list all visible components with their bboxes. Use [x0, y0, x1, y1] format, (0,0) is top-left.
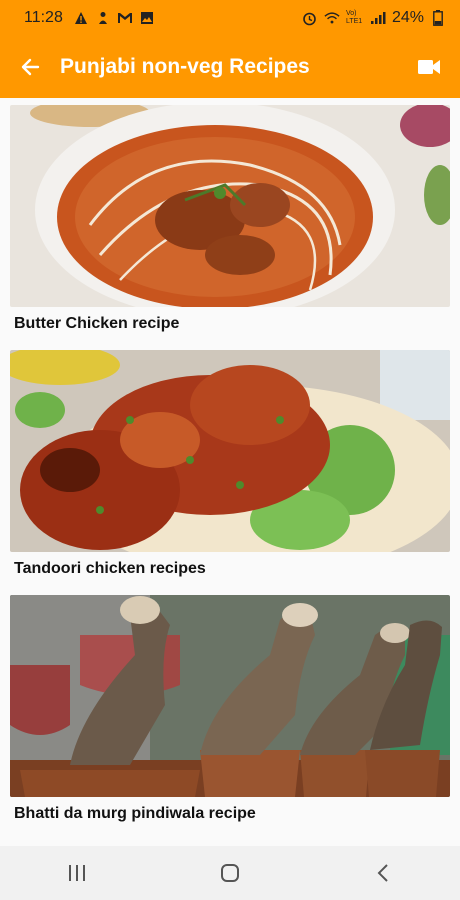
recipe-card-tandoori-chicken[interactable]: Tandoori chicken recipes: [10, 350, 450, 578]
battery-percent: 24%: [391, 9, 424, 26]
status-bar: 11:28 Vo) LTE1 24%: [0, 0, 460, 36]
warning-icon: [73, 10, 89, 26]
account-tree-icon: [95, 10, 111, 26]
recent-apps-button[interactable]: [47, 853, 107, 893]
battery-icon: [430, 10, 446, 26]
status-time: 11:28: [24, 9, 63, 26]
status-right: Vo) LTE1 24%: [302, 9, 446, 27]
image-icon: [139, 10, 155, 26]
home-button[interactable]: [200, 853, 260, 893]
page-title: Punjabi non-veg Recipes: [60, 55, 310, 78]
video-button[interactable]: [416, 57, 442, 77]
videocam-icon: [418, 60, 440, 74]
recipe-image[interactable]: [10, 595, 450, 797]
recipe-list[interactable]: Butter Chicken recipe Tandoori chicken r…: [0, 98, 460, 846]
wifi-icon: [324, 10, 340, 26]
network-label: Vo) LTE1: [345, 10, 363, 25]
alarm-icon: [302, 10, 318, 26]
recent-apps-icon: [68, 865, 85, 881]
recipe-title[interactable]: Tandoori chicken recipes: [14, 560, 450, 578]
back-button[interactable]: [18, 55, 42, 79]
recipe-image[interactable]: [10, 105, 450, 307]
home-icon: [220, 864, 239, 882]
recipe-card-butter-chicken[interactable]: Butter Chicken recipe: [10, 105, 450, 333]
recipe-title[interactable]: Butter Chicken recipe: [14, 315, 450, 333]
recipe-card-bhatti-da-murg[interactable]: Bhatti da murg pindiwala recipe: [10, 595, 450, 823]
recipe-image[interactable]: [10, 350, 450, 552]
back-nav-button[interactable]: [353, 853, 413, 893]
gmail-icon: [117, 10, 133, 26]
arrow-back-icon: [21, 58, 40, 76]
chevron-left-icon: [377, 864, 389, 882]
system-nav-bar: [0, 846, 460, 900]
signal-icon: [370, 10, 386, 26]
app-bar: Punjabi non-veg Recipes: [0, 36, 460, 98]
notification-icons: [73, 10, 155, 26]
recipe-title[interactable]: Bhatti da murg pindiwala recipe: [14, 805, 450, 823]
